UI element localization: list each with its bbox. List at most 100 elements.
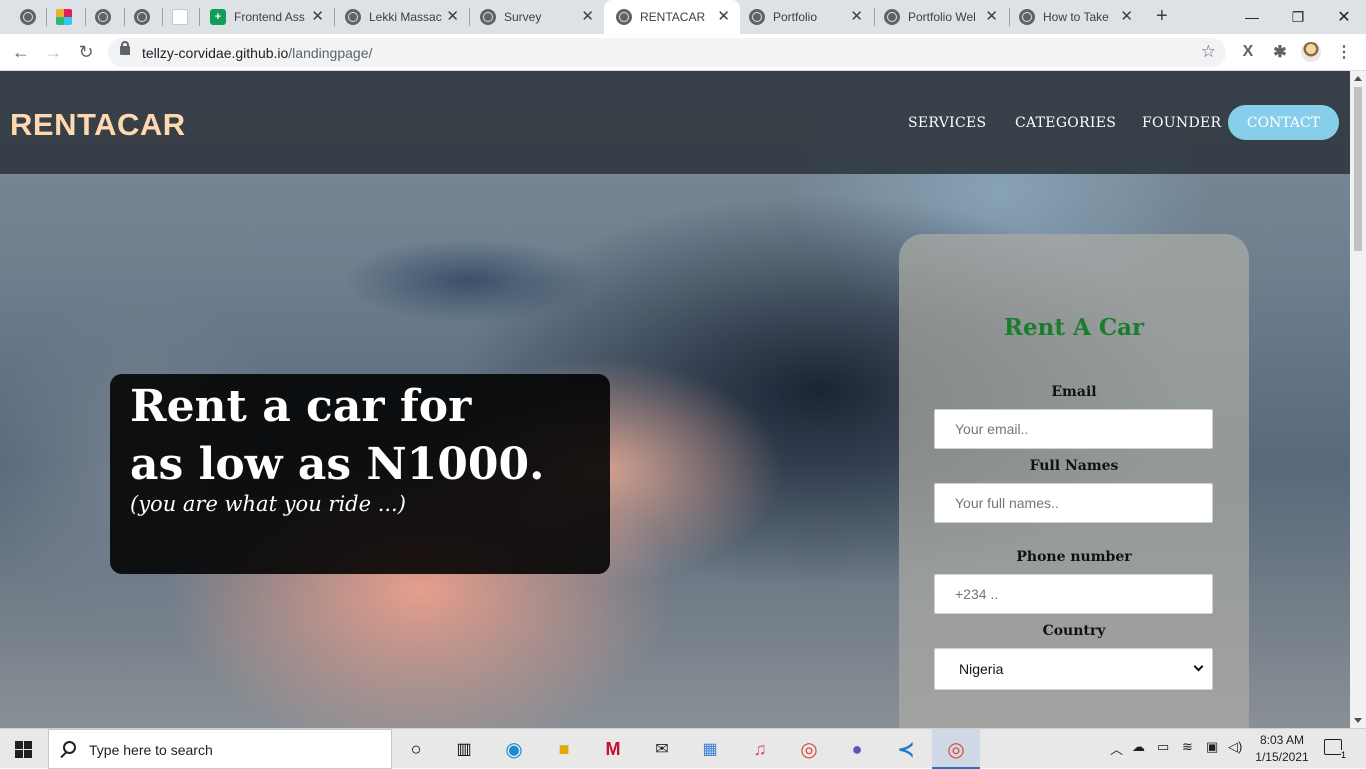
browser-tab[interactable] [126, 0, 162, 34]
tab-separator [46, 8, 47, 26]
chrome-icon: ◎ [947, 738, 965, 761]
profile-avatar[interactable] [1301, 42, 1321, 62]
window-close-icon[interactable]: ✕ [1321, 0, 1366, 34]
security-icon[interactable]: ▣ [1206, 739, 1218, 755]
browser-tab[interactable]: Lekki Massac ✕ [337, 0, 469, 34]
site-logo[interactable]: RENTACAR [10, 107, 186, 143]
clock-date: 1/15/2021 [1255, 750, 1309, 764]
onedrive-icon[interactable]: ☁ [1132, 739, 1145, 755]
wifi-icon[interactable]: ≋ [1182, 739, 1193, 755]
address-bar[interactable]: tellzy-corvidae.github.io/landingpage/ ☆ [108, 38, 1226, 67]
document-icon [172, 9, 188, 25]
tab-title: Frontend Ass [234, 10, 305, 24]
globe-icon [480, 9, 496, 25]
forward-icon[interactable]: → [41, 40, 65, 64]
close-icon[interactable]: ✕ [311, 9, 324, 25]
show-hidden-icons-icon[interactable]: ︿ [1110, 739, 1123, 758]
address-url[interactable]: tellzy-corvidae.github.io/landingpage/ [142, 45, 372, 61]
mcafee-icon[interactable]: M [601, 737, 625, 761]
reload-icon[interactable]: ↻ [74, 40, 98, 64]
nav-link-founder[interactable]: FOUNDER [1142, 115, 1221, 131]
tab-title: Survey [504, 10, 542, 24]
globe-icon [884, 9, 900, 25]
windows-start-icon[interactable] [15, 741, 32, 758]
restore-icon[interactable]: ❐ [1275, 0, 1321, 34]
full-names-field[interactable] [934, 483, 1213, 523]
menu-dots-icon[interactable]: ⋮ [1332, 40, 1356, 64]
page-scrollbar[interactable] [1350, 71, 1366, 728]
mail-icon[interactable]: ✉ [650, 737, 674, 761]
volume-icon[interactable]: ◁) [1228, 739, 1242, 755]
browser-tab-strip: + Frontend Ass ✕ Lekki Massac ✕ Survey ✕… [0, 0, 1366, 34]
edge-icon[interactable]: ◉ [502, 737, 526, 761]
form-title: Rent A Car [1003, 314, 1145, 341]
globe-icon [95, 9, 111, 25]
back-icon[interactable]: ← [9, 40, 33, 64]
tab-title: RENTACAR [640, 10, 706, 24]
page-viewport: RENTACAR SERVICES CATEGORIES FOUNDER CON… [0, 71, 1350, 728]
browser-tab[interactable] [48, 0, 84, 34]
close-icon[interactable]: ✕ [581, 9, 594, 25]
phone-field[interactable] [934, 574, 1213, 614]
chrome-icon[interactable]: ◎ [797, 737, 821, 761]
email-field[interactable] [934, 409, 1213, 449]
nav-link-categories[interactable]: CATEGORIES [1015, 115, 1116, 131]
notifications-icon[interactable]: 1 [1324, 739, 1346, 760]
site-header: RENTACAR SERVICES CATEGORIES FOUNDER CON… [0, 71, 1350, 174]
tab-separator [1009, 8, 1010, 26]
scroll-up-arrow-icon[interactable] [1354, 76, 1362, 81]
globe-icon [616, 9, 632, 25]
browser-tab[interactable] [10, 0, 44, 34]
phone-label: Phone number [1016, 549, 1132, 565]
bookmark-star-icon[interactable]: ☆ [1201, 42, 1216, 62]
full-names-label: Full Names [1029, 458, 1119, 474]
globe-icon [345, 9, 361, 25]
file-explorer-icon[interactable]: ■ [552, 737, 576, 761]
hero-tagline: (you are what you ride ...) [130, 492, 406, 516]
lock-icon [120, 41, 130, 55]
close-icon[interactable]: ✕ [985, 9, 998, 25]
hero-title: Rent a car for as low as N1000. [130, 378, 600, 494]
globe-icon [749, 9, 765, 25]
hero-title-line-1: Rent a car for [130, 381, 472, 432]
vscode-icon[interactable]: ≺ [894, 737, 918, 761]
store-icon[interactable]: ▦ [698, 737, 722, 761]
extensions-puzzle-icon[interactable]: ✱ [1268, 40, 1292, 64]
close-icon[interactable]: ✕ [717, 9, 730, 25]
browser-tab[interactable]: Portfolio Wel ✕ [876, 0, 1008, 34]
scroll-down-arrow-icon[interactable] [1354, 718, 1362, 723]
taskbar-search-placeholder: Type here to search [89, 742, 213, 758]
tab-title: Lekki Massac [369, 10, 442, 24]
browser-tab[interactable]: + Frontend Ass ✕ [202, 0, 334, 34]
chrome-running-app[interactable]: ◎ [932, 729, 980, 769]
close-icon[interactable]: ✕ [850, 9, 863, 25]
taskbar-search-box[interactable]: Type here to search [48, 729, 392, 769]
nav-link-services[interactable]: SERVICES [908, 115, 986, 131]
minimize-icon[interactable]: — [1229, 0, 1275, 34]
extension-x-icon[interactable]: X [1236, 40, 1260, 64]
tab-title: Portfolio [773, 10, 818, 24]
chevron-down-icon [1193, 661, 1204, 672]
nav-contact-button[interactable]: CONTACT [1228, 105, 1339, 140]
new-tab-icon[interactable]: + [1156, 5, 1168, 28]
slack-icon [56, 9, 72, 25]
browser-tab[interactable] [87, 0, 123, 34]
globe-icon [1019, 9, 1035, 25]
github-desktop-icon[interactable]: ● [845, 737, 869, 761]
itunes-icon[interactable]: ♫ [748, 737, 772, 761]
close-icon[interactable]: ✕ [1120, 9, 1133, 25]
tab-separator [334, 8, 335, 26]
browser-tab-active[interactable]: RENTACAR ✕ [604, 0, 740, 34]
tab-separator [162, 8, 163, 26]
browser-tab[interactable] [164, 0, 198, 34]
browser-tab[interactable]: Survey ✕ [472, 0, 604, 34]
battery-icon[interactable]: ▭ [1157, 739, 1169, 755]
taskbar-clock[interactable]: 8:03 AM 1/15/2021 [1252, 732, 1312, 766]
scrollbar-thumb[interactable] [1354, 87, 1362, 251]
cortana-icon[interactable]: ○ [404, 737, 428, 761]
country-select[interactable]: Nigeria [934, 648, 1213, 690]
task-view-icon[interactable]: ▥ [452, 737, 476, 761]
browser-tab[interactable]: How to Take ✕ [1011, 0, 1143, 34]
browser-tab[interactable]: Portfolio ✕ [741, 0, 873, 34]
close-icon[interactable]: ✕ [446, 9, 459, 25]
